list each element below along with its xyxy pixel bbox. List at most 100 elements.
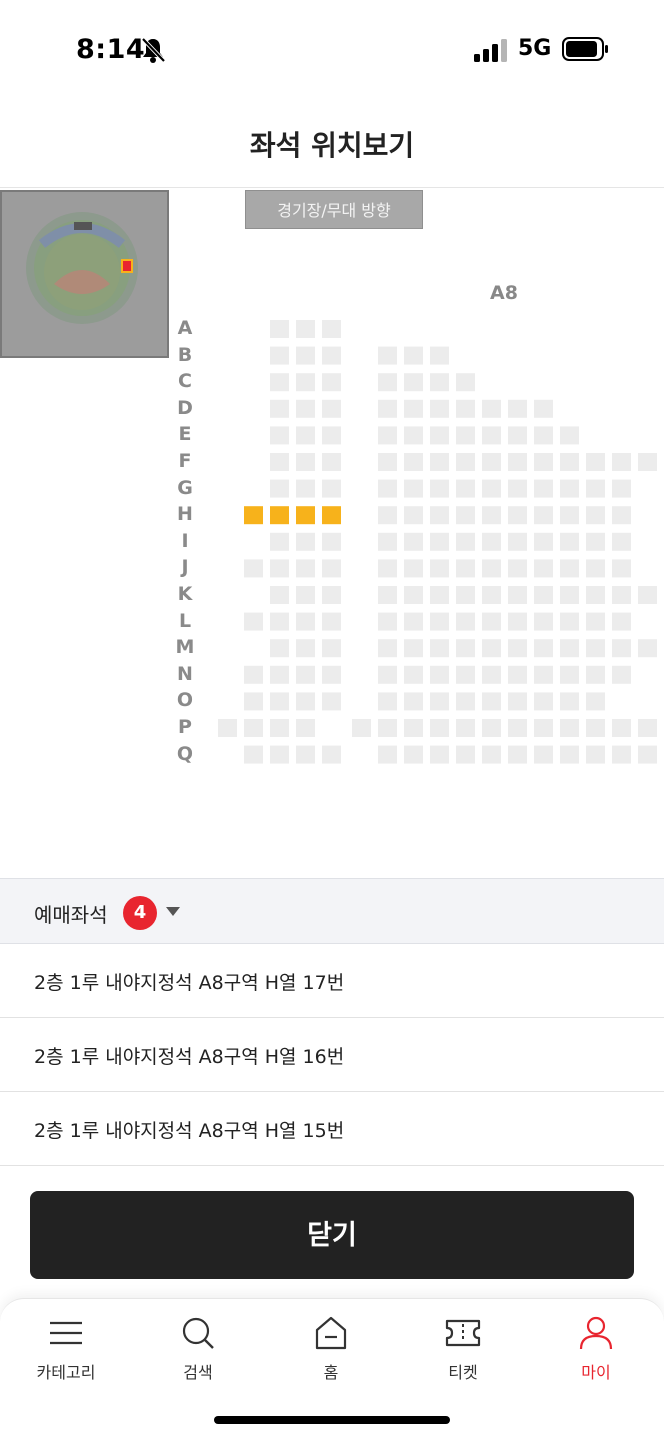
- seat[interactable]: [612, 479, 631, 498]
- seat[interactable]: [456, 426, 475, 445]
- seat[interactable]: [378, 399, 397, 418]
- seat[interactable]: [322, 532, 341, 551]
- seat[interactable]: [322, 373, 341, 392]
- seat[interactable]: [404, 665, 423, 684]
- seat[interactable]: [456, 399, 475, 418]
- seat[interactable]: [508, 479, 527, 498]
- seat[interactable]: [612, 665, 631, 684]
- seat[interactable]: [560, 745, 579, 764]
- seat[interactable]: [508, 506, 527, 525]
- seat[interactable]: [586, 745, 605, 764]
- seat[interactable]: [586, 479, 605, 498]
- seat[interactable]: [322, 559, 341, 578]
- seat[interactable]: [430, 426, 449, 445]
- seat[interactable]: [586, 559, 605, 578]
- seat[interactable]: [322, 665, 341, 684]
- seat[interactable]: [456, 479, 475, 498]
- seat[interactable]: [534, 426, 553, 445]
- seat[interactable]: [270, 692, 289, 711]
- seat[interactable]: [508, 692, 527, 711]
- seat[interactable]: [296, 612, 315, 631]
- seat[interactable]: [586, 612, 605, 631]
- seat[interactable]: [378, 639, 397, 658]
- seat[interactable]: [534, 453, 553, 471]
- seat[interactable]: [560, 719, 579, 737]
- seat[interactable]: [378, 745, 397, 764]
- seat[interactable]: [586, 692, 605, 711]
- seat[interactable]: [482, 719, 501, 737]
- nav-item-my[interactable]: 마이: [546, 1315, 646, 1385]
- seat[interactable]: [612, 586, 631, 604]
- seat[interactable]: [638, 586, 657, 604]
- seat[interactable]: [456, 532, 475, 551]
- seat[interactable]: [270, 373, 289, 392]
- seat[interactable]: [322, 399, 341, 418]
- seat[interactable]: [612, 532, 631, 551]
- seat[interactable]: [296, 532, 315, 551]
- seat[interactable]: [560, 586, 579, 604]
- seat[interactable]: [378, 453, 397, 471]
- seat[interactable]: [244, 612, 263, 631]
- seat[interactable]: [296, 745, 315, 764]
- stadium-mini-map[interactable]: [0, 190, 169, 358]
- seat[interactable]: [270, 479, 289, 498]
- seat[interactable]: [560, 559, 579, 578]
- seat[interactable]: [270, 745, 289, 764]
- seat[interactable]: [378, 532, 397, 551]
- seat[interactable]: [296, 373, 315, 392]
- seat[interactable]: [270, 665, 289, 684]
- seat[interactable]: [378, 479, 397, 498]
- seat[interactable]: [378, 692, 397, 711]
- seat[interactable]: [270, 426, 289, 445]
- close-button[interactable]: 닫기: [30, 1191, 634, 1279]
- seat[interactable]: [244, 665, 263, 684]
- seat[interactable]: [482, 586, 501, 604]
- nav-item-category[interactable]: 카테고리: [16, 1315, 116, 1385]
- seat[interactable]: [378, 506, 397, 525]
- seat[interactable]: [586, 532, 605, 551]
- seat[interactable]: [430, 532, 449, 551]
- seat[interactable]: [586, 639, 605, 658]
- seat[interactable]: [296, 586, 315, 604]
- seat[interactable]: [534, 399, 553, 418]
- seat[interactable]: [612, 453, 631, 471]
- seat[interactable]: [296, 399, 315, 418]
- seat[interactable]: [270, 612, 289, 631]
- seat[interactable]: [404, 612, 423, 631]
- seat[interactable]: [430, 586, 449, 604]
- seat[interactable]: [508, 559, 527, 578]
- seat[interactable]: [612, 719, 631, 737]
- seat[interactable]: [534, 479, 553, 498]
- seat[interactable]: [560, 506, 579, 525]
- selected-seat[interactable]: [296, 506, 315, 525]
- seat[interactable]: [322, 586, 341, 604]
- seat[interactable]: [404, 373, 423, 392]
- seat[interactable]: [322, 479, 341, 498]
- seat[interactable]: [430, 719, 449, 737]
- seat[interactable]: [508, 639, 527, 658]
- seat[interactable]: [482, 532, 501, 551]
- selected-seats-header[interactable]: 예매좌석 4: [0, 878, 664, 944]
- seat[interactable]: [534, 692, 553, 711]
- seat[interactable]: [560, 453, 579, 471]
- seat[interactable]: [430, 373, 449, 392]
- seat[interactable]: [612, 612, 631, 631]
- seat[interactable]: [482, 399, 501, 418]
- seat[interactable]: [534, 639, 553, 658]
- seat[interactable]: [244, 692, 263, 711]
- seat[interactable]: [534, 719, 553, 737]
- seat[interactable]: [270, 559, 289, 578]
- seat[interactable]: [322, 320, 341, 338]
- seat[interactable]: [638, 719, 657, 737]
- seat[interactable]: [430, 399, 449, 418]
- seat[interactable]: [430, 639, 449, 658]
- seat[interactable]: [404, 346, 423, 365]
- seat[interactable]: [586, 665, 605, 684]
- seat[interactable]: [322, 346, 341, 365]
- seat[interactable]: [456, 719, 475, 737]
- seat[interactable]: [404, 399, 423, 418]
- seat[interactable]: [404, 586, 423, 604]
- seat[interactable]: [586, 453, 605, 471]
- seat[interactable]: [456, 453, 475, 471]
- seat[interactable]: [612, 639, 631, 658]
